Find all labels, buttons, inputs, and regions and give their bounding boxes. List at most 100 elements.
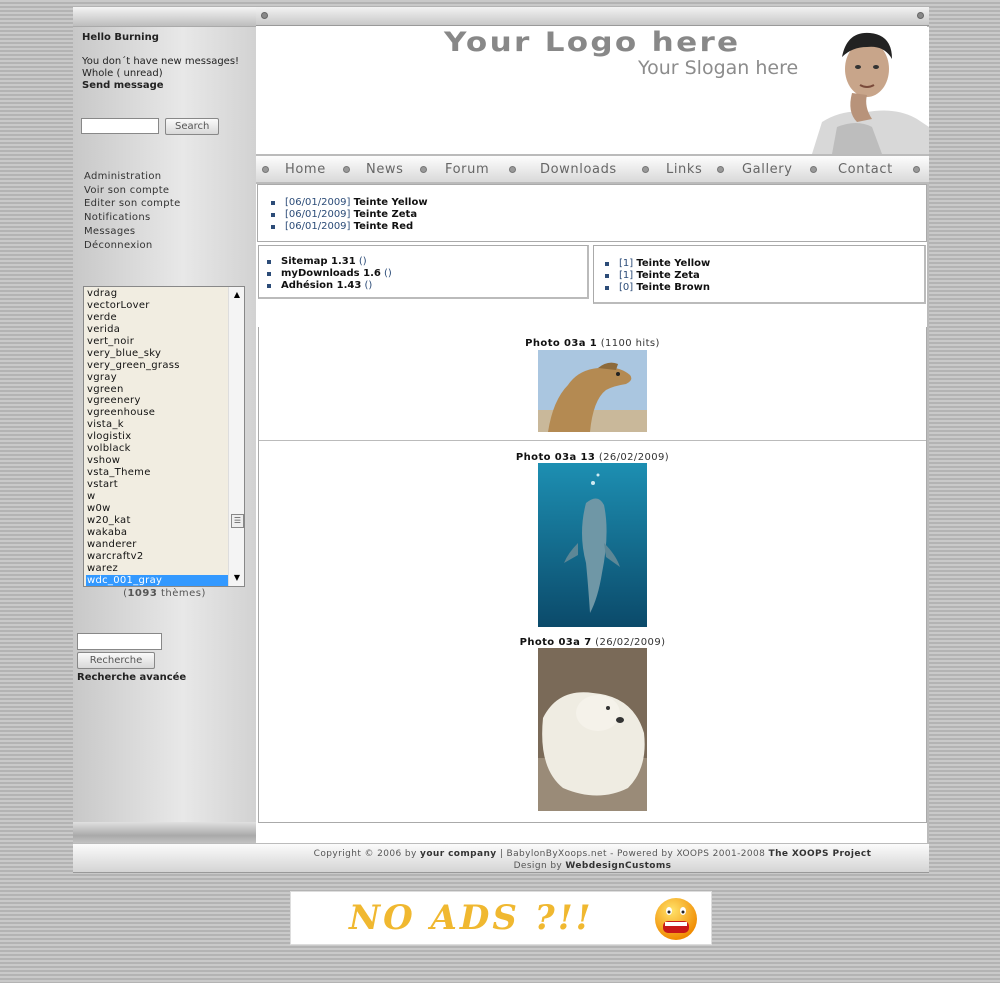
recherche-input[interactable] — [77, 633, 162, 650]
bolt-icon — [261, 12, 268, 19]
recherche-avancee-link[interactable]: Recherche avancée — [77, 672, 186, 683]
news-item[interactable]: [06/01/2009] Teinte Yellow — [271, 197, 428, 209]
menu-notifications[interactable]: Notifications — [84, 211, 181, 225]
main-nav: Home News Forum Downloads Links Gallery … — [256, 154, 929, 184]
portrait-image — [812, 27, 929, 154]
photo-divider — [259, 440, 926, 441]
photo-title[interactable]: Photo 03a 13 (26/02/2009) — [259, 452, 926, 463]
sidebar-top-cap — [73, 7, 256, 27]
recherche-button[interactable]: Recherche — [77, 652, 155, 669]
shocked-smiley-icon — [655, 898, 697, 940]
polar-bear-photo[interactable] — [538, 648, 647, 811]
theme-option[interactable]: vert_noir — [86, 336, 228, 348]
module-item[interactable]: Adhésion 1.43 () — [267, 280, 392, 292]
theme-option[interactable]: warez — [86, 563, 228, 575]
no-ads-banner[interactable]: NO ADS ?!! — [290, 891, 712, 945]
nav-dot-icon — [262, 166, 269, 173]
theme-options: vdrag vectorLover verde verida vert_noir very… — [84, 287, 228, 586]
admin-menu: Administration Voir son compte Editer so… — [84, 170, 181, 252]
theme-option[interactable]: vdrag — [86, 288, 228, 300]
bolt-icon — [917, 12, 924, 19]
theme-count: (1093 thèmes) — [123, 588, 206, 599]
theme-option[interactable]: vshow — [86, 455, 228, 467]
theme-option[interactable]: w20_kat — [86, 515, 228, 527]
download-item[interactable]: [1] Teinte Zeta — [605, 270, 710, 282]
top-bar — [256, 7, 929, 26]
theme-option[interactable]: vsta_Theme — [86, 467, 228, 479]
camel-photo[interactable] — [538, 350, 647, 432]
scroll-up-arrow-icon[interactable]: ▲ — [229, 288, 244, 302]
advanced-search-form: Recherche Recherche avancée — [77, 633, 186, 683]
downloads-list: [1] Teinte Yellow [1] Teinte Zeta [0] Te… — [605, 258, 710, 294]
nav-dot-icon — [642, 166, 649, 173]
nav-links[interactable]: Links — [666, 162, 702, 177]
send-message-link[interactable]: Send message — [82, 80, 164, 91]
menu-administration[interactable]: Administration — [84, 170, 181, 184]
menu-editer-compte[interactable]: Editer son compte — [84, 197, 181, 211]
scroll-thumb[interactable]: ☰ — [231, 514, 244, 528]
search-input[interactable] — [81, 118, 159, 134]
user-box: Hello Burning You don´t have new message… — [82, 32, 252, 92]
nav-contact[interactable]: Contact — [838, 162, 893, 177]
theme-list-scrollbar[interactable]: ▲ ☰ ▼ — [228, 287, 244, 586]
nav-dot-icon — [717, 166, 724, 173]
theme-option[interactable]: w0w — [86, 503, 228, 515]
theme-option[interactable]: vista_k — [86, 419, 228, 431]
photo-title[interactable]: Photo 03a 1 (1100 hits) — [259, 338, 926, 349]
theme-option[interactable]: very_green_grass — [86, 360, 228, 372]
theme-option[interactable]: w — [86, 491, 228, 503]
theme-select-list[interactable]: vdrag vectorLover verde verida vert_noir very… — [83, 286, 245, 587]
theme-option[interactable]: vgreenery — [86, 395, 228, 407]
menu-deconnexion[interactable]: Déconnexion — [84, 239, 181, 253]
modules-block: Sitemap 1.31 () myDownloads 1.6 () Adhés… — [258, 245, 589, 299]
theme-option[interactable]: vgreenhouse — [86, 407, 228, 419]
designer-link[interactable]: WebdesignCustoms — [565, 861, 671, 871]
module-item[interactable]: myDownloads 1.6 () — [267, 268, 392, 280]
download-item[interactable]: [1] Teinte Yellow — [605, 258, 710, 270]
whole-unread-text: Whole ( unread) — [82, 68, 163, 79]
company-link[interactable]: your company — [420, 849, 497, 859]
modules-list: Sitemap 1.31 () myDownloads 1.6 () Adhés… — [267, 256, 392, 292]
theme-option[interactable]: vlogistix — [86, 431, 228, 443]
xoops-link[interactable]: The XOOPS Project — [769, 849, 872, 859]
scroll-down-arrow-icon[interactable]: ▼ — [229, 571, 244, 585]
theme-option[interactable]: verida — [86, 324, 228, 336]
nav-news[interactable]: News — [366, 162, 404, 177]
user-greeting: Hello Burning — [82, 32, 159, 43]
site-logo[interactable]: Your Logo here — [444, 27, 740, 58]
nav-downloads[interactable]: Downloads — [540, 162, 617, 177]
nav-dot-icon — [810, 166, 817, 173]
theme-option[interactable]: warcraftv2 — [86, 551, 228, 563]
downloads-block: [1] Teinte Yellow [1] Teinte Zeta [0] Te… — [593, 245, 926, 304]
footer-design: Design by WebdesignCustoms — [513, 861, 672, 871]
nav-gallery[interactable]: Gallery — [742, 162, 793, 177]
photo-title[interactable]: Photo 03a 7 (26/02/2009) — [259, 637, 926, 648]
nav-home[interactable]: Home — [285, 162, 326, 177]
main-content: Your Logo here Your Slogan here Home New… — [256, 7, 929, 873]
nav-dot-icon — [420, 166, 427, 173]
dolphin-photo[interactable] — [538, 463, 647, 627]
theme-option[interactable]: wdc_001_gray — [86, 574, 228, 586]
theme-option[interactable]: very_blue_sky — [86, 348, 228, 360]
news-item[interactable]: [06/01/2009] Teinte Zeta — [271, 209, 428, 221]
theme-option[interactable]: volblack — [86, 443, 228, 455]
news-item[interactable]: [06/01/2009] Teinte Red — [271, 221, 428, 233]
search-button[interactable]: Search — [165, 118, 220, 135]
theme-option[interactable]: verde — [86, 312, 228, 324]
no-messages-text: You don´t have new messages! — [82, 56, 240, 67]
theme-option[interactable]: wanderer — [86, 539, 228, 551]
footer-copyright: Copyright © 2006 by your company | Babyl… — [313, 849, 872, 859]
theme-option[interactable]: vstart — [86, 479, 228, 491]
menu-voir-compte[interactable]: Voir son compte — [84, 184, 181, 198]
module-item[interactable]: Sitemap 1.31 () — [267, 256, 392, 268]
theme-option[interactable]: vgray — [86, 372, 228, 384]
theme-option[interactable]: vectorLover — [86, 300, 228, 312]
theme-count-number: 1093 — [127, 588, 158, 599]
menu-messages[interactable]: Messages — [84, 225, 181, 239]
site-slogan: Your Slogan here — [638, 57, 799, 79]
download-item[interactable]: [0] Teinte Brown — [605, 282, 710, 294]
nav-forum[interactable]: Forum — [445, 162, 489, 177]
news-block: [06/01/2009] Teinte Yellow [06/01/2009] … — [257, 184, 927, 242]
theme-option[interactable]: vgreen — [86, 384, 228, 396]
theme-option[interactable]: wakaba — [86, 527, 228, 539]
